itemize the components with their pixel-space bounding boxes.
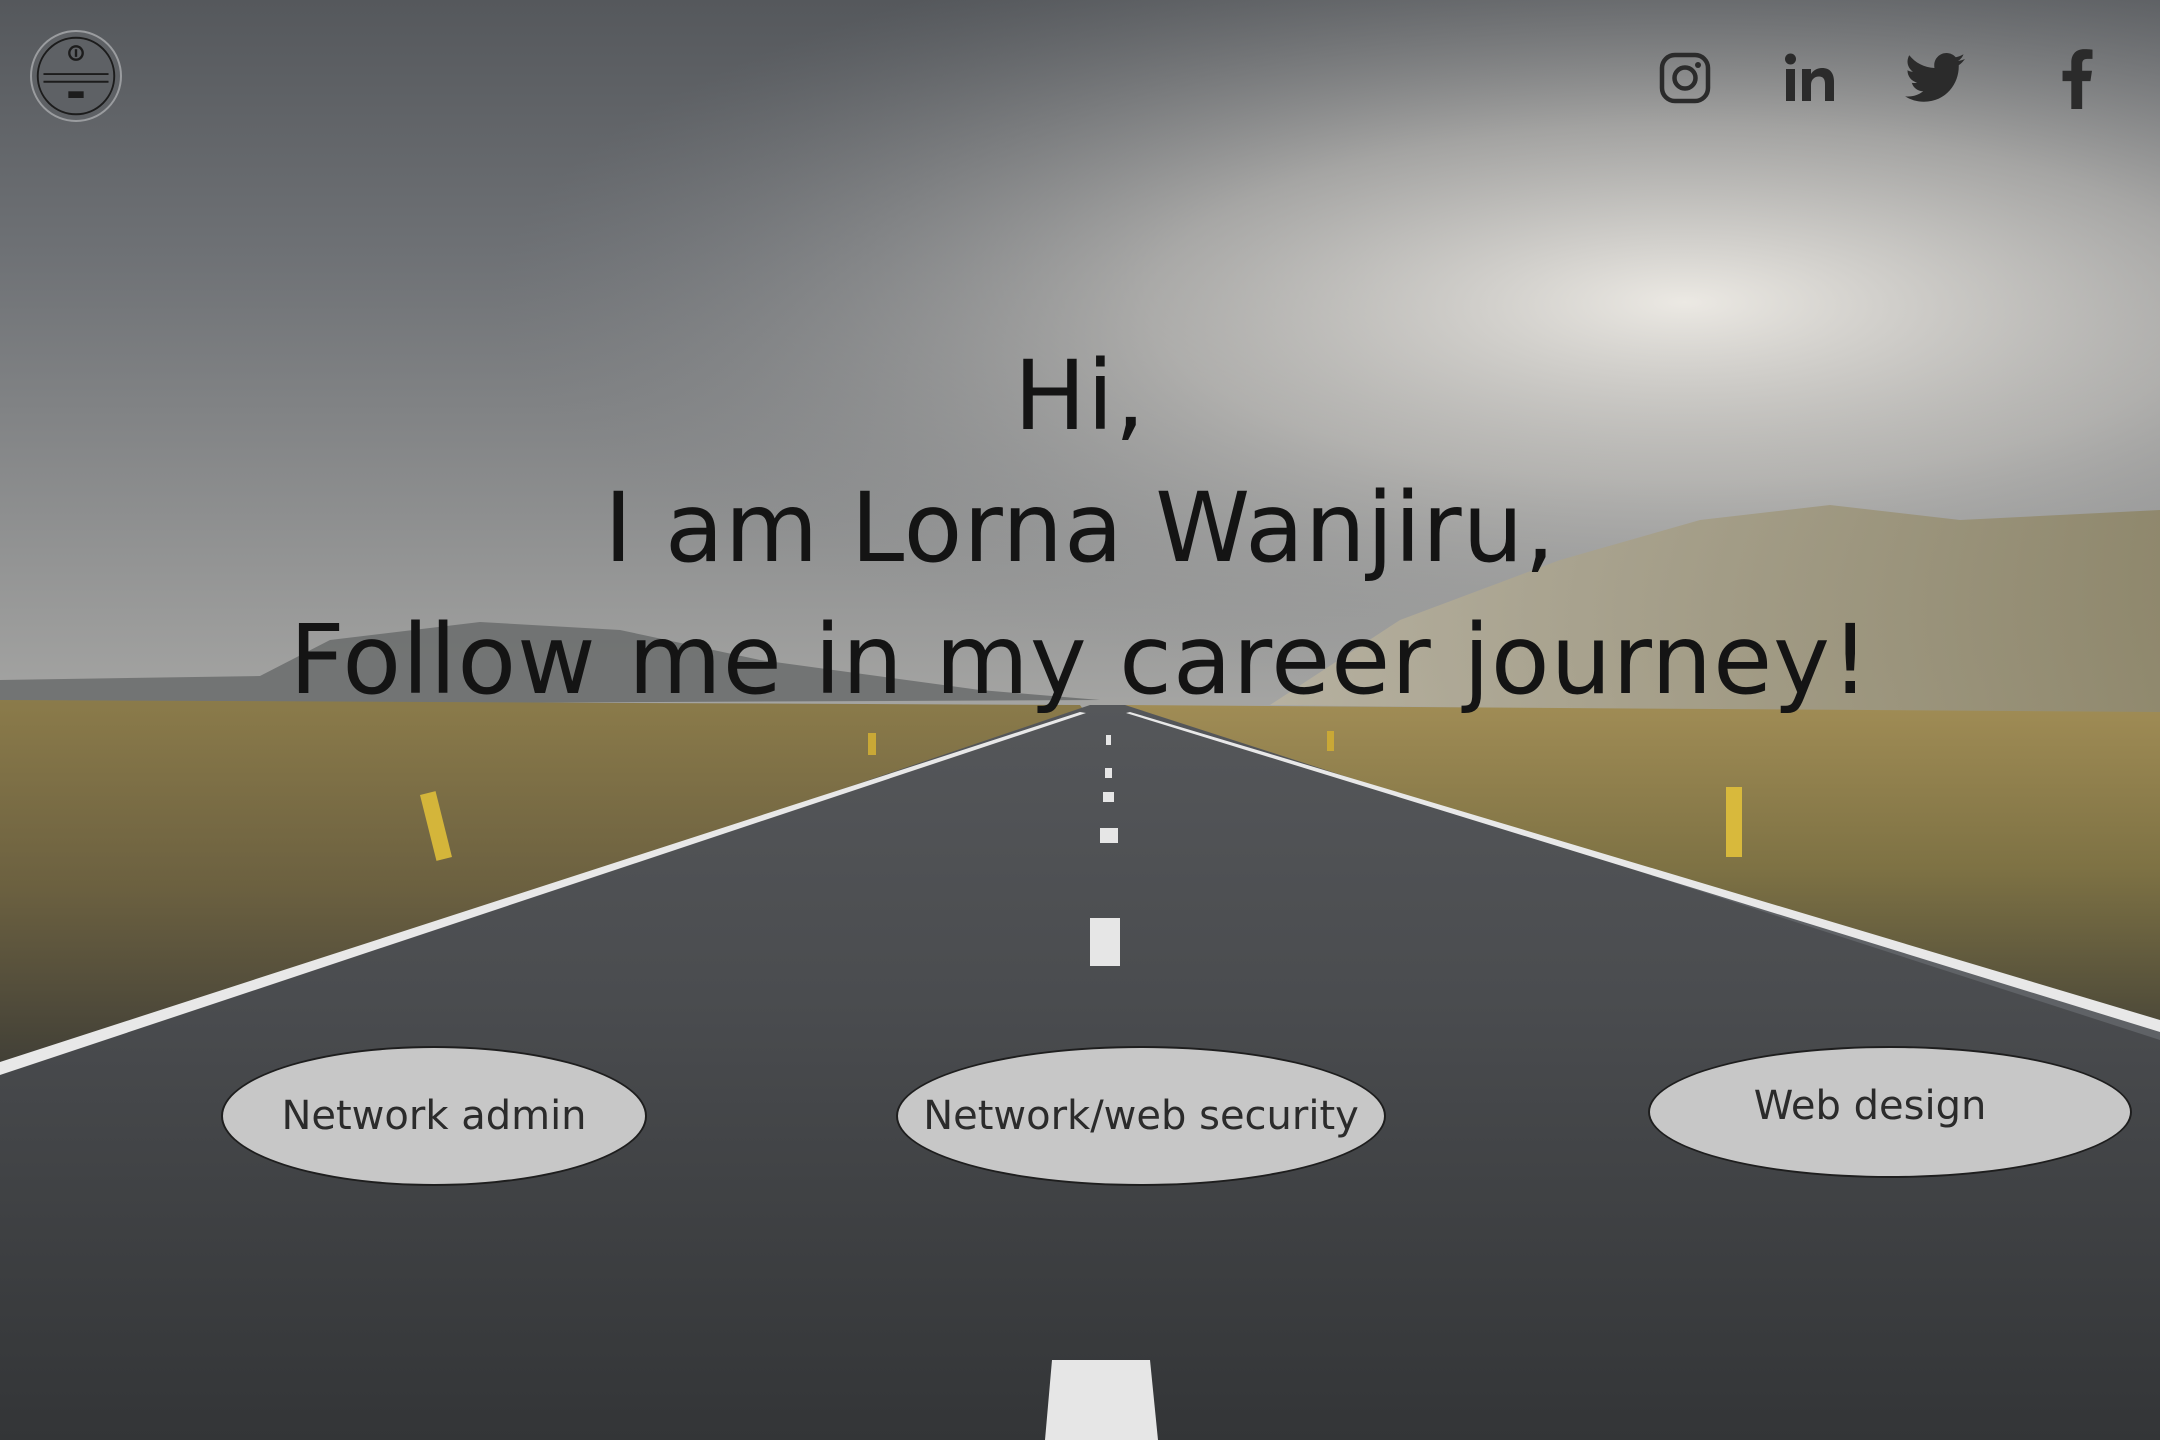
greeting-line: Hi, — [1013, 340, 1147, 452]
network-web-security-label: Network/web security — [923, 1093, 1359, 1139]
name-line: I am Lorna Wanjiru, — [604, 472, 1556, 584]
network-admin-button[interactable]: Network admin — [221, 1046, 647, 1186]
twitter-icon — [1905, 53, 1965, 102]
network-web-security-button[interactable]: Network/web security — [896, 1046, 1386, 1186]
network-admin-label: Network admin — [281, 1093, 587, 1139]
instagram-link[interactable] — [1645, 38, 1725, 118]
instagram-icon — [1659, 52, 1711, 104]
hero-headline: Hi, I am Lorna Wanjiru, Follow me in my … — [0, 330, 2160, 726]
tagline-line: Follow me in my career journey! — [289, 604, 1871, 716]
landing-page: Hi, I am Lorna Wanjiru, Follow me in my … — [0, 0, 2160, 1440]
web-design-button[interactable]: Web design — [1648, 1046, 2132, 1178]
twitter-link[interactable] — [1895, 38, 1975, 118]
facebook-icon — [2062, 49, 2093, 109]
site-logo[interactable] — [30, 30, 122, 122]
facebook-link[interactable] — [2037, 38, 2117, 118]
circular-badge-logo-icon — [36, 36, 116, 116]
linkedin-link[interactable] — [1770, 38, 1850, 118]
linkedin-icon — [1785, 53, 1834, 101]
web-design-label: Web design — [1753, 1083, 1987, 1129]
